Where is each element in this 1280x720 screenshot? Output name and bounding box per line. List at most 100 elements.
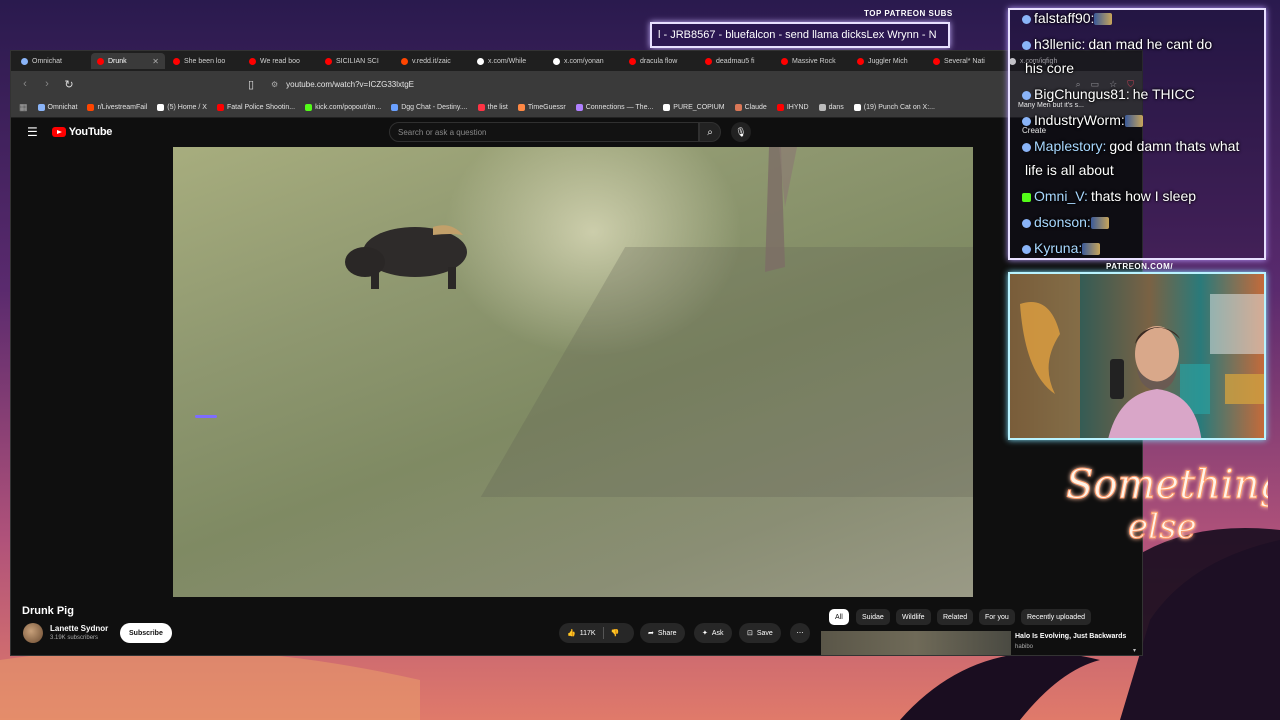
filter-chip[interactable]: For you	[979, 609, 1015, 625]
search-input[interactable]: Search or ask a question	[389, 122, 699, 142]
bookmark-favicon-icon	[305, 103, 313, 111]
browser-tab[interactable]: Drunk ✕	[91, 53, 165, 69]
youtube-logo-text: YouTube	[68, 126, 113, 138]
recommended-thumbnail[interactable]	[821, 631, 1011, 655]
browser-tab[interactable]: x.com/While	[471, 53, 545, 69]
filter-chip[interactable]: Suidae	[856, 609, 890, 625]
back-icon[interactable]: ‹	[19, 78, 31, 90]
patreon-url: PATREON.COM/	[1106, 262, 1174, 271]
recommended-title[interactable]: Halo Is Evolving, Just Backwards	[1015, 633, 1126, 640]
forward-icon[interactable]: ›	[41, 78, 53, 90]
youtube-play-icon	[51, 127, 66, 137]
subscribe-button[interactable]: Subscribe	[120, 623, 172, 643]
search-button[interactable]: ⌕	[699, 122, 721, 142]
menu-icon[interactable]: ☰	[27, 125, 38, 139]
bookmark-item[interactable]: (5) Home / X	[157, 103, 207, 111]
channel-name[interactable]: Lanette Sydnor	[50, 624, 108, 633]
browser-tab[interactable]: deadmau5 fi	[699, 53, 773, 69]
bookmark-label: (19) Punch Cat on X:...	[863, 103, 935, 111]
tab-favicon-icon	[401, 57, 408, 65]
bookmark-item[interactable]: PURE_COPIUM	[663, 103, 725, 111]
tab-label: She been loo	[184, 57, 226, 65]
ask-button[interactable]: ✦ Ask	[694, 623, 732, 643]
dislike-icon[interactable]: 👎	[611, 629, 620, 637]
avatar[interactable]	[23, 623, 43, 643]
chat-text: dan mad he cant do	[1088, 36, 1213, 52]
bookmark-item[interactable]: Omnichat	[37, 103, 77, 111]
bookmark-item[interactable]: kick.com/popout/an...	[305, 103, 381, 111]
chat-badge-icon	[1022, 116, 1031, 126]
like-count[interactable]: 117K	[580, 630, 596, 637]
sparkle-icon: ✦	[702, 630, 708, 637]
bookmark-favicon-icon	[477, 103, 485, 111]
browser-tab[interactable]: dracula flow	[623, 53, 697, 69]
bookmark-item[interactable]: (19) Punch Cat on X:...	[853, 103, 935, 111]
tab-favicon-icon	[97, 57, 104, 65]
browser-tab[interactable]: v.redd.it/zaic	[395, 53, 469, 69]
bookmark-icon[interactable]: ▯	[245, 78, 257, 91]
browser-tab[interactable]: x.com/yonan	[547, 53, 621, 69]
chat-emote-icon	[1124, 115, 1143, 128]
filter-chip[interactable]: Related	[937, 609, 974, 625]
tab-label: x.com/yonan	[564, 57, 604, 65]
tab-label: SICILIAN SCI	[336, 57, 379, 65]
bookmark-label: Dgg Chat - Destiny....	[401, 103, 468, 111]
bookmark-item[interactable]: Fatal Police Shootin...	[216, 103, 295, 111]
bookmark-item[interactable]: IHYND	[776, 103, 809, 111]
bookmark-item[interactable]: r/LivestreamFail	[87, 103, 147, 111]
chat-message: his core	[1022, 60, 1074, 76]
url-bar[interactable]: ⚙ youtube.com/watch?v=ICZG33lxtgE	[267, 75, 1066, 93]
site-info-icon[interactable]: ⚙	[271, 80, 278, 89]
apps-icon[interactable]: ▦	[19, 102, 28, 113]
bookmark-item[interactable]: TimeGuessr	[517, 103, 566, 111]
more-actions-button[interactable]: ⋯	[790, 623, 810, 643]
browser-tab[interactable]: Several* Nati	[927, 53, 1001, 69]
browser-tab[interactable]: She been loo	[167, 53, 241, 69]
youtube-logo[interactable]: YouTube	[51, 126, 113, 138]
bookmark-item[interactable]: Connections — The...	[575, 103, 653, 111]
filter-chip[interactable]: Wildlife	[896, 609, 931, 625]
bookmark-item[interactable]: dans	[818, 103, 844, 111]
neon-line1: Something	[1066, 462, 1268, 508]
neon-sign: Something else	[1066, 462, 1269, 548]
browser-tab[interactable]: Omnichat	[15, 53, 89, 69]
bookmark-item[interactable]: Dgg Chat - Destiny....	[391, 103, 468, 111]
bookmark-item[interactable]: the list	[477, 103, 508, 111]
share-button[interactable]: ➦ Share	[640, 623, 685, 643]
save-button[interactable]: ⊡ Save	[739, 623, 781, 643]
streamer	[1108, 326, 1202, 438]
filter-chip[interactable]: Recently uploaded	[1021, 609, 1091, 625]
video-player[interactable]	[173, 147, 973, 597]
browser-tab[interactable]: Juggler Mich	[851, 53, 925, 69]
voice-search-button[interactable]: 🎙	[731, 122, 751, 142]
tree-trunk	[765, 147, 797, 272]
tab-favicon-icon	[629, 57, 636, 65]
reload-icon[interactable]: ↻	[63, 78, 75, 91]
bookmark-favicon-icon	[87, 103, 95, 111]
browser-tab[interactable]: SICILIAN SCI	[319, 53, 393, 69]
browser-tab[interactable]: We read boo	[243, 53, 317, 69]
top-patreon-label: TOP PATREON SUBS	[864, 9, 953, 18]
tab-favicon-icon	[933, 57, 940, 65]
tab-label: dracula flow	[640, 57, 678, 65]
pig	[345, 225, 467, 289]
filter-chip[interactable]: All	[829, 609, 849, 625]
chat-text: his core	[1025, 60, 1075, 76]
chat-badge-icon	[1022, 192, 1031, 202]
bookmark-item[interactable]: Claude	[734, 103, 767, 111]
recommended-channel[interactable]: habibo	[1015, 644, 1033, 650]
scroll-down-icon[interactable]: ▾	[1133, 647, 1136, 654]
like-icon[interactable]: 👍	[567, 629, 576, 637]
ask-label: Ask	[711, 629, 724, 637]
chat-username: Maplestory:	[1034, 138, 1107, 154]
tab-label: Massive Rock	[792, 57, 836, 65]
close-tab-icon[interactable]: ✕	[152, 57, 159, 66]
search-icon: ⌕	[707, 126, 713, 138]
chat-message: life is all about	[1022, 162, 1114, 178]
tab-favicon-icon	[249, 57, 256, 65]
tab-label: v.redd.it/zaic	[412, 57, 451, 65]
bookmark-label: PURE_COPIUM	[673, 103, 725, 111]
browser-tab[interactable]: Massive Rock	[775, 53, 849, 69]
youtube-header: ☰ YouTube Search or ask a question ⌕ 🎙	[11, 118, 1142, 146]
mic-icon: 🎙	[735, 126, 747, 137]
